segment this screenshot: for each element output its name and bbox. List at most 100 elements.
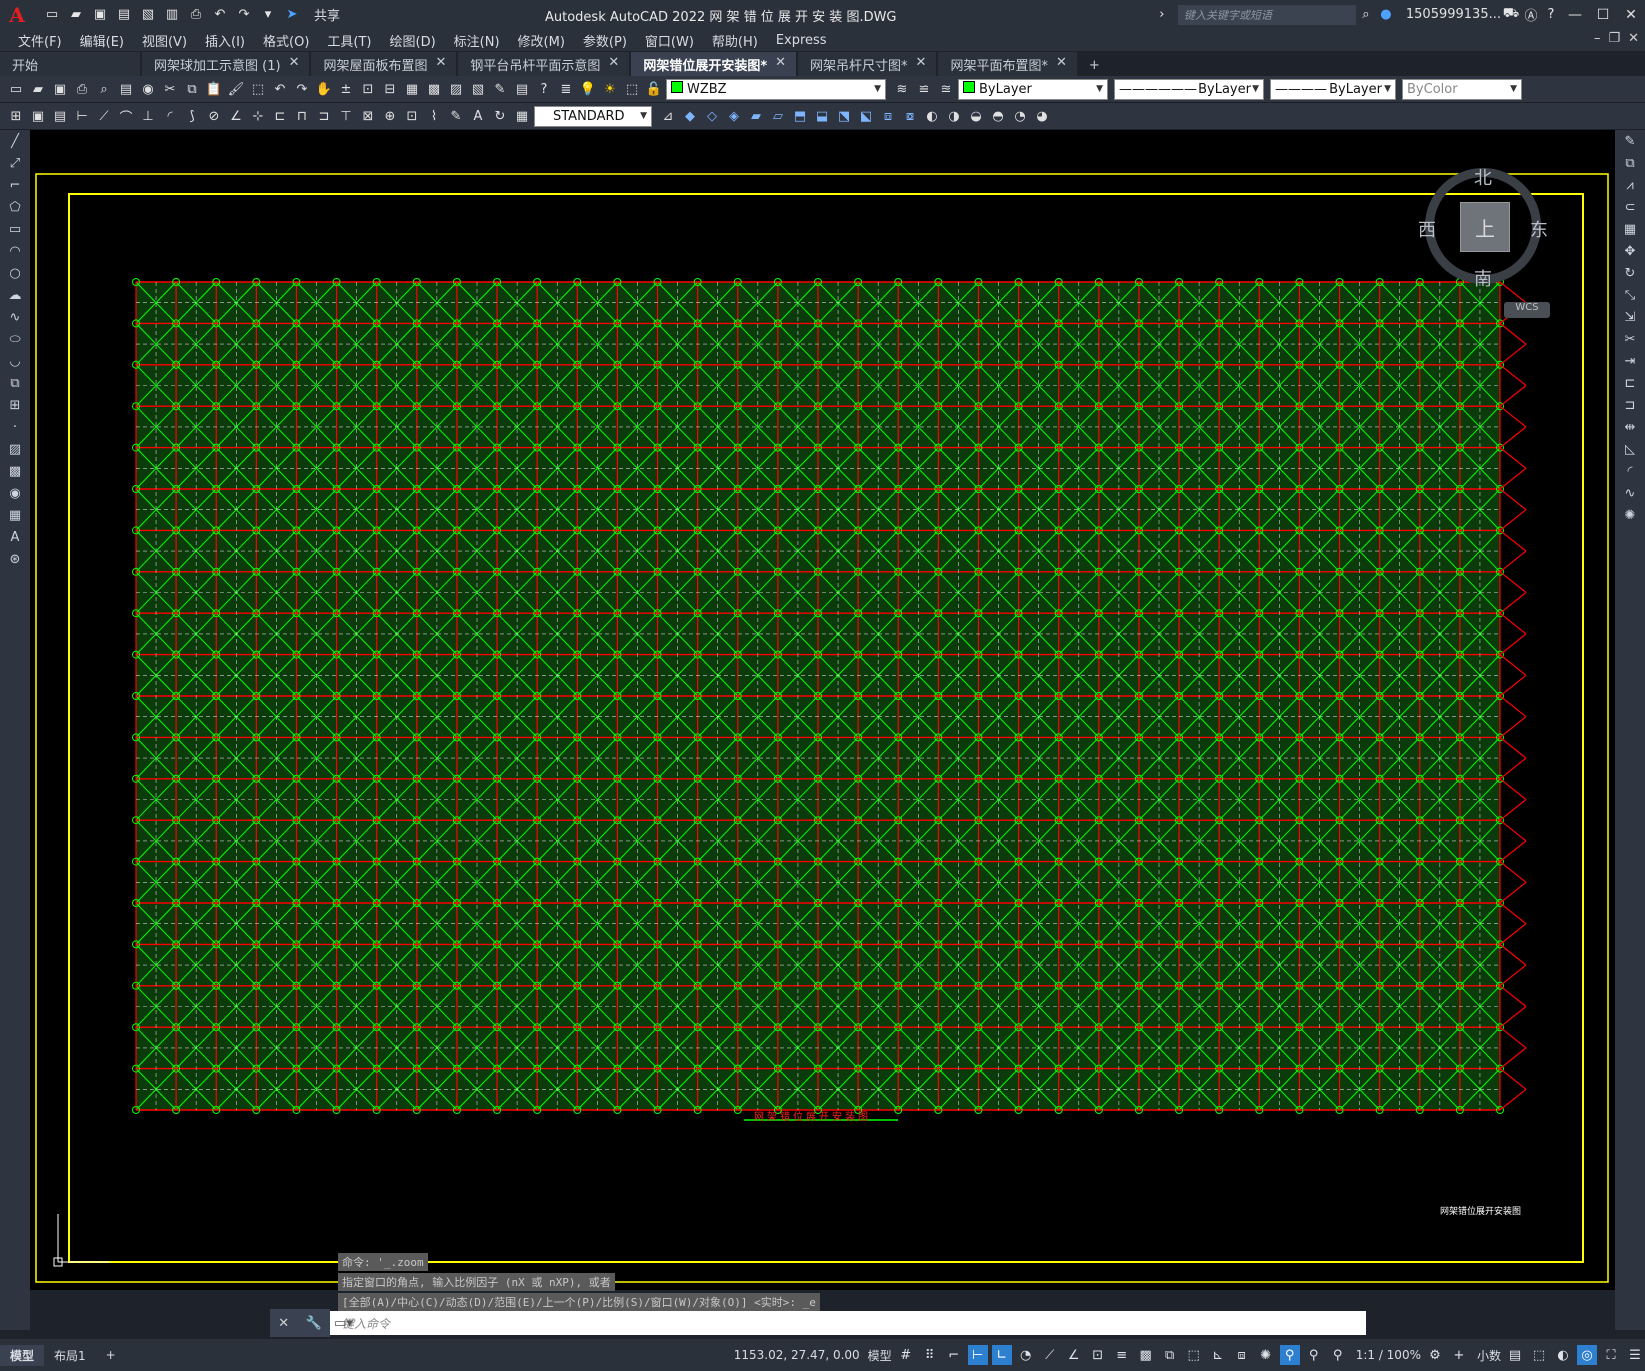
command-prompt-icon[interactable]: ▭▾ — [334, 1316, 353, 1331]
lock-ui-icon[interactable]: ⬚ — [1529, 1345, 1549, 1365]
erase-icon[interactable]: ✎ — [1619, 130, 1641, 152]
lineweight-dropdown[interactable]: ———— ByLayer ▼ — [1270, 78, 1396, 100]
dim-icon-3[interactable]: ▤ — [50, 106, 70, 126]
extend-icon[interactable]: ⇥ — [1619, 350, 1641, 372]
plot-preview-icon[interactable]: ⌕ — [94, 79, 114, 99]
move-icon[interactable]: ✥ — [1619, 240, 1641, 262]
dim-style-icon[interactable]: ▦ — [512, 106, 532, 126]
color-dropdown[interactable]: ByLayer ▼ — [958, 78, 1108, 100]
visual-style-icon-2[interactable]: ◑ — [944, 106, 964, 126]
offset-icon[interactable]: ⊂ — [1619, 196, 1641, 218]
customization-icon[interactable]: ☰ — [1625, 1345, 1645, 1365]
command-line[interactable]: ✕ 🔧 ▭▾ 键入命令 — [270, 1309, 1366, 1337]
saveas-icon[interactable]: ▤ — [114, 5, 134, 25]
search-icon[interactable]: ⌕ — [1356, 5, 1376, 25]
viewcube-south[interactable]: 南 — [1474, 265, 1492, 291]
viewcube-top-face[interactable]: 上 — [1460, 202, 1510, 252]
layer-dropdown[interactable]: WZBZ ▼ — [666, 78, 886, 100]
view-icon-9[interactable]: ⬕ — [856, 106, 876, 126]
mtext-icon[interactable]: A — [4, 526, 26, 548]
region-icon[interactable]: ◉ — [4, 482, 26, 504]
view-icon-10[interactable]: ⧈ — [878, 106, 898, 126]
file-tab-5[interactable]: 网架吊杆尺寸图* ✕ — [798, 52, 937, 76]
object-snap-icon[interactable]: ⊡ — [1088, 1345, 1108, 1365]
file-tab-2[interactable]: 网架屋面板布置图 ✕ — [311, 52, 457, 76]
add-layout-button[interactable]: + — [96, 1346, 126, 1364]
save-icon[interactable]: ▣ — [50, 79, 70, 99]
autodesk-a360-icon[interactable]: Ⓐ — [1521, 5, 1541, 25]
infer-constraints-icon[interactable]: ⌐ — [944, 1345, 964, 1365]
close-icon[interactable]: ✕ — [435, 55, 446, 76]
angular-icon[interactable]: ∠ — [226, 106, 246, 126]
block-editor-icon[interactable]: ⬚ — [248, 79, 268, 99]
match-properties-icon[interactable]: 🖌 — [226, 79, 246, 99]
3d-osnap-icon[interactable]: ⬚ — [1184, 1345, 1204, 1365]
help-icon[interactable]: ? — [1541, 5, 1561, 25]
join-icon[interactable]: ⇹ — [1619, 416, 1641, 438]
lock-icon[interactable]: 🔓 — [644, 79, 664, 99]
layer-state-icon[interactable]: ≊ — [936, 79, 956, 99]
plus-icon[interactable]: + — [1449, 1345, 1469, 1365]
rectangle-icon[interactable]: ▭ — [4, 218, 26, 240]
close-icon[interactable]: ✕ — [775, 55, 786, 76]
wcs-menu[interactable]: WCS — [1504, 302, 1550, 318]
open-icon[interactable]: ▰ — [66, 5, 86, 25]
gradient-icon[interactable]: ▩ — [4, 460, 26, 482]
close-icon[interactable]: ✕ — [916, 55, 927, 76]
center-mark-icon[interactable]: ⊕ — [380, 106, 400, 126]
trim-icon[interactable]: ✂ — [1619, 328, 1641, 350]
design-center-icon[interactable]: ▩ — [424, 79, 444, 99]
viewcube-west[interactable]: 西 — [1418, 216, 1436, 242]
selection-cycling-icon[interactable]: ⧉ — [1160, 1345, 1180, 1365]
sheet-set-icon[interactable]: ▧ — [468, 79, 488, 99]
annotation-visibility-icon[interactable]: ⚲ — [1279, 1345, 1300, 1365]
viewcube-east[interactable]: 东 — [1530, 216, 1548, 242]
radius-icon[interactable]: ◜ — [160, 106, 180, 126]
autoscale-icon[interactable]: ⚲ — [1304, 1345, 1324, 1365]
dim-text-edit-icon[interactable]: A — [468, 106, 488, 126]
point-icon[interactable]: · — [4, 416, 26, 438]
close-icon[interactable]: ✕ — [289, 55, 300, 76]
minimize-button[interactable]: — — [1561, 7, 1589, 23]
zoom-realtime-icon[interactable]: ± — [336, 79, 356, 99]
search-input[interactable]: 键入关键字或短语 — [1177, 4, 1356, 25]
calculator-icon[interactable]: ▤ — [512, 79, 532, 99]
linear-dim-icon[interactable]: ⊢ — [72, 106, 92, 126]
add-selected-icon[interactable]: ⊛ — [4, 548, 26, 570]
menu-item-12[interactable]: Express — [776, 33, 827, 48]
revision-cloud-icon[interactable]: ☁ — [4, 284, 26, 306]
isolate-objects-icon[interactable]: ◐ — [1553, 1345, 1573, 1365]
polygon-icon[interactable]: ⬠ — [4, 196, 26, 218]
space-icon[interactable]: ⊐ — [314, 106, 334, 126]
layer-previous-icon[interactable]: ≌ — [914, 79, 934, 99]
line-icon[interactable]: ╱ — [4, 130, 26, 152]
break-icon[interactable]: ⊤ — [336, 106, 356, 126]
open-icon[interactable]: ▰ — [28, 79, 48, 99]
view-icon-7[interactable]: ⬓ — [812, 106, 832, 126]
autocad-logo-icon[interactable]: A — [0, 0, 34, 29]
jogged-linear-icon[interactable]: ⌇ — [424, 106, 444, 126]
chamfer-icon[interactable]: ◺ — [1619, 438, 1641, 460]
menu-item-0[interactable]: 文件(F) — [18, 31, 62, 50]
pan-icon[interactable]: ✋ — [314, 79, 334, 99]
view-icon-8[interactable]: ⬔ — [834, 106, 854, 126]
save-icon[interactable]: ▣ — [90, 5, 110, 25]
close-icon[interactable]: ✕ — [1056, 55, 1067, 76]
isodraft-icon[interactable]: ⟋ — [1040, 1345, 1060, 1365]
new-icon[interactable]: ▭ — [6, 79, 26, 99]
visual-style-icon-6[interactable]: ◕ — [1032, 106, 1052, 126]
coordinates-readout[interactable]: 1153.02, 27.47, 0.00 — [734, 1348, 860, 1362]
new-tab-icon[interactable]: + — [1079, 58, 1110, 76]
user-name[interactable]: 1505999135... — [1406, 7, 1501, 22]
close-icon[interactable]: ✕ — [278, 1316, 289, 1331]
properties-icon[interactable]: ▦ — [402, 79, 422, 99]
workspace-gear-icon[interactable]: ⚙ — [1425, 1345, 1445, 1365]
arc-icon[interactable]: ◠ — [4, 240, 26, 262]
menu-item-8[interactable]: 修改(M) — [518, 31, 565, 50]
arc-length-icon[interactable]: ⌒ — [116, 106, 136, 126]
view-icon-11[interactable]: ⧇ — [900, 106, 920, 126]
make-block-icon[interactable]: ⊞ — [4, 394, 26, 416]
ellipse-arc-icon[interactable]: ◡ — [4, 350, 26, 372]
tool-palettes-icon[interactable]: ▨ — [446, 79, 466, 99]
undo-icon[interactable]: ↶ — [270, 79, 290, 99]
